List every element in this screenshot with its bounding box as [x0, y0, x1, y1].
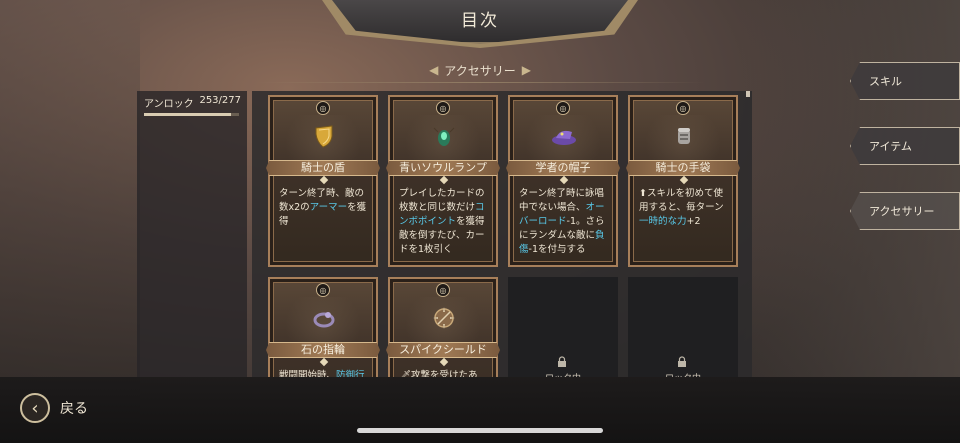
locked-card[interactable]: ロック中	[628, 277, 738, 377]
card-name: 石の指輪	[266, 342, 380, 358]
accessory-card[interactable]: ◎ 石の指輪戦闘開始時、防御行	[266, 277, 380, 377]
card-badge-icon: ◎	[556, 101, 570, 115]
card-description: プレイしたカードの枚数と同じ数だけコンボポイントを獲得 敵を倒すたび、カードを1…	[399, 187, 491, 257]
accessory-card[interactable]: ◎ スパイクシールド 🗡攻撃を受けたあ	[386, 277, 500, 377]
keyword-highlight: アーマー	[309, 202, 348, 213]
card-gem-icon	[319, 175, 329, 185]
card-gem-icon	[439, 357, 449, 367]
description-text: +2	[686, 216, 701, 227]
tab-label: アクセサリー	[869, 205, 935, 218]
page-title: 目次	[461, 11, 499, 31]
card-badge-icon: ◎	[676, 101, 690, 115]
stone-ring-icon	[310, 304, 338, 332]
card-description: ⬆スキルを初めて使用すると、毎ターン一時的な力+2	[639, 187, 731, 229]
bottom-bar	[0, 377, 960, 443]
category-label: アクセサリー	[444, 63, 516, 78]
triangle-right-icon[interactable]: ▶	[522, 63, 531, 77]
accessory-card[interactable]: ◎ 騎士の手袋 ⬆スキルを初めて使用すると、毎ターン一時的な力+2	[626, 95, 740, 267]
green-beetle-lamp-icon	[430, 122, 458, 150]
character-hp: 253/277	[199, 95, 241, 106]
tab-accessory[interactable]: アクセサリー	[850, 192, 960, 230]
back-button[interactable]: ‹ 戻る	[20, 392, 100, 424]
card-name: 騎士の手袋	[626, 160, 740, 176]
spiked-shield-icon	[430, 304, 458, 332]
accessory-grid[interactable]: ◎ 騎士の盾ターン終了時、敵の数x2のアーマーを獲得 ◎ 青いソウルランププレイしたカ…	[252, 91, 752, 377]
card-badge-icon: ◎	[316, 283, 330, 297]
accessory-card[interactable]: ◎ 青いソウルランププレイしたカードの枚数と同じ数だけコンボポイントを獲得 敵を倒…	[386, 95, 500, 267]
scrollbar-thumb[interactable]	[746, 91, 750, 97]
triangle-left-icon[interactable]: ◀	[429, 63, 438, 77]
card-badge-icon: ◎	[436, 283, 450, 297]
card-gem-icon	[679, 175, 689, 185]
accessory-card[interactable]: ◎ 学者の帽子ターン終了時に詠唱中でない場合、オーバーロード-1。さらにランダムな…	[506, 95, 620, 267]
chevron-left-icon: ‹	[20, 393, 50, 423]
home-indicator[interactable]	[357, 428, 603, 433]
category-divider	[256, 82, 704, 83]
purple-hat-icon	[550, 122, 578, 150]
description-text: プレイしたカードの枚数と同じ数だけ	[399, 188, 485, 213]
description-text: 戦闘開始時、	[279, 370, 337, 377]
card-badge-icon: ◎	[316, 101, 330, 115]
lock-icon	[556, 353, 568, 367]
card-name: スパイクシールド	[386, 342, 500, 358]
card-description: ターン終了時、敵の数x2のアーマーを獲得	[279, 187, 371, 229]
card-description: ターン終了時に詠唱中でない場合、オーバーロード-1。さらにランダムな敵に負傷-1…	[519, 187, 611, 257]
tab-item[interactable]: アイテム	[850, 127, 960, 165]
tab-skill[interactable]: スキル	[850, 62, 960, 100]
character-name: アンロック	[144, 99, 194, 110]
tab-label: アイテム	[869, 140, 912, 153]
card-name: 青いソウルランプ	[386, 160, 500, 176]
gauntlet-icon	[670, 122, 698, 150]
card-name: 騎士の盾	[266, 160, 380, 176]
character-row: アンロック 253/277	[137, 91, 247, 110]
keyword-highlight: 防御行	[336, 370, 365, 377]
keyword-highlight: 一時的な力	[639, 216, 687, 227]
accessory-card[interactable]: ◎ 騎士の盾ターン終了時、敵の数x2のアーマーを獲得	[266, 95, 380, 267]
hp-bar	[144, 113, 239, 116]
description-text: 🗡攻撃を受けたあ	[399, 370, 478, 377]
tab-label: スキル	[869, 75, 902, 88]
card-badge-icon: ◎	[436, 101, 450, 115]
description-text: ⬆スキルを初めて使用すると、毎ターン	[639, 188, 724, 213]
category-header: ◀ アクセサリー ▶	[400, 60, 560, 80]
lock-icon	[676, 353, 688, 367]
character-panel[interactable]: アンロック 253/277	[137, 91, 247, 377]
card-gem-icon	[559, 175, 569, 185]
back-label: 戻る	[60, 401, 88, 417]
card-name: 学者の帽子	[506, 160, 620, 176]
description-text: -1を付与する	[528, 244, 586, 255]
card-gem-icon	[439, 175, 449, 185]
card-description: 🗡攻撃を受けたあ	[399, 369, 491, 377]
hp-bar-fill	[144, 113, 231, 116]
locked-card[interactable]: ロック中	[508, 277, 618, 377]
card-description: 戦闘開始時、防御行	[279, 369, 371, 377]
card-gem-icon	[319, 357, 329, 367]
gold-shield-icon	[310, 122, 338, 150]
